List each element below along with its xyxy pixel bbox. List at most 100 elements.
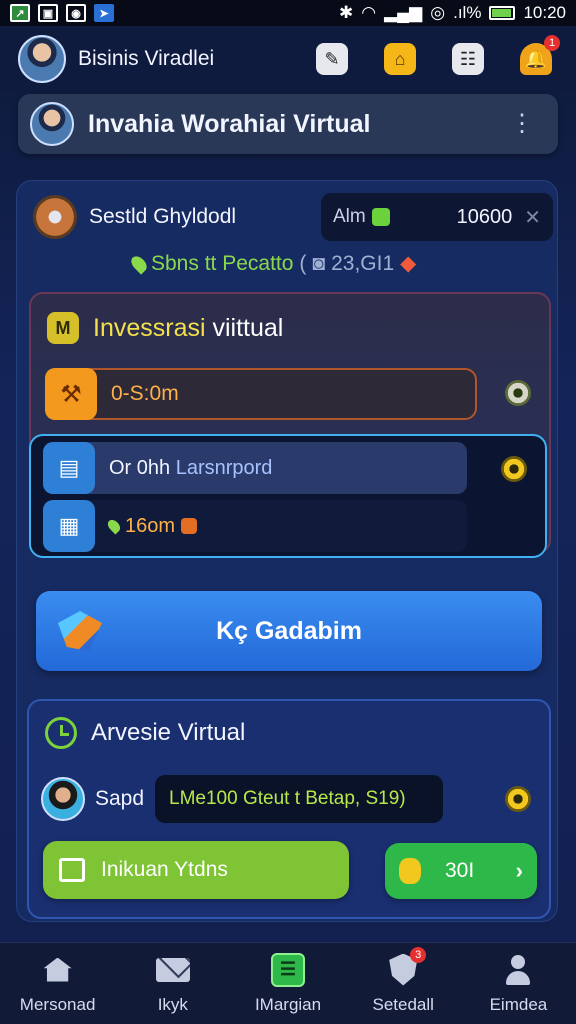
alarm-icon: ◎: [430, 3, 446, 22]
status-text: Sbns tt Pecatto: [151, 251, 294, 275]
invite-label: Inikuan Ytdns: [101, 858, 228, 881]
location-pin-icon: [105, 517, 123, 535]
main-card: Sestld Ghyldodl Alm 10600 ✕ Sbns tt Peca…: [16, 180, 558, 922]
archive-detail-field[interactable]: LMe100 Gteut t Betap, S19): [155, 775, 443, 823]
archive-user-row: Sapd LMe100 Gteut t Betap, S19): [41, 773, 541, 825]
investment-title-highlight: Invessrasi: [93, 313, 206, 342]
camera-icon: ◉: [66, 4, 86, 22]
bell-icon[interactable]: 🔔 1: [520, 35, 560, 75]
nav-item-shield[interactable]: 3 Setedall: [346, 943, 461, 1024]
send-icon: ➤: [94, 4, 114, 22]
nav-badge: 3: [410, 946, 427, 963]
nav-label: IMargian: [254, 994, 322, 1014]
settings-icon[interactable]: ☷: [452, 43, 484, 75]
store-icon[interactable]: ⌂: [384, 43, 416, 75]
archive-title: Arvesie Virtual: [91, 719, 246, 746]
bluetooth-icon: ✱: [338, 3, 354, 22]
wifi-icon: ◠: [361, 3, 377, 22]
investment-row-1[interactable]: ⚒ 0-S:0m: [45, 368, 477, 420]
nav-item-mail[interactable]: Ikyk: [115, 943, 230, 1024]
nav-label: Setedall: [372, 994, 434, 1014]
user-name: Sestld Ghyldodl: [89, 205, 237, 228]
building-icon: ▦: [43, 500, 95, 552]
owl-avatar: [33, 195, 77, 239]
gear-icon[interactable]: [501, 456, 527, 482]
person-icon: [501, 953, 535, 987]
coin-label: Alm: [333, 206, 366, 227]
coin-value: 10600: [456, 205, 513, 228]
home-icon: [41, 953, 75, 987]
score-button[interactable]: 30I ›: [385, 843, 537, 899]
gear-icon[interactable]: [505, 786, 531, 812]
user-avatar[interactable]: [41, 777, 85, 821]
archive-header: Arvesie Virtual: [45, 717, 245, 749]
shield-icon: 3: [386, 946, 427, 987]
investment-row-3-text: 16om: [105, 514, 198, 538]
investment-section: M Invessrasi viittual ⚒ 0-S:0m ▤ Or 0hh …: [29, 292, 551, 558]
image-icon: [59, 858, 85, 882]
battery-icon: [489, 6, 516, 20]
investment-header: M Invessrasi viittual: [47, 312, 283, 344]
status-count: 23,GI1: [331, 251, 395, 275]
archive-user-name: Sapd: [95, 787, 145, 810]
nav-label: Mersonad: [19, 994, 96, 1014]
profile-avatar[interactable]: [18, 35, 66, 83]
bottom-navigation: Mersonad Ikyk ☰ IMargian 3 Setedall Eimd…: [0, 942, 576, 1024]
nav-item-chat[interactable]: ☰ IMargian: [230, 943, 345, 1024]
signal-icon: ▂▄▆: [384, 3, 423, 22]
balance-row: Sestld Ghyldodl Alm 10600 ✕: [33, 193, 553, 241]
investment-title-rest: viittual: [205, 313, 284, 342]
clock-icon: [45, 717, 77, 749]
status-bar: ↗ ▣ ◉ ➤ ✱ ◠ ▂▄▆ ◎ .ıl% 10:20: [0, 0, 576, 26]
camera-small-icon: ◙: [312, 251, 326, 275]
battery-text: .ıl%: [453, 3, 482, 22]
invite-button[interactable]: Inikuan Ytdns: [43, 841, 349, 899]
status-indicators: ✱ ◠ ▂▄▆ ◎ .ıl% 10:20: [339, 3, 566, 23]
investment-highlight-box: ▤ Or 0hh Larsnrpord ▦ 16om: [29, 434, 547, 558]
nav-item-profile[interactable]: Eimdea: [461, 943, 576, 1024]
investment-row-1-text: 0-S:0m: [111, 382, 179, 405]
close-icon[interactable]: ✕: [524, 205, 541, 230]
nav-item-home[interactable]: Mersonad: [0, 943, 115, 1024]
location-pin-icon: [128, 252, 150, 275]
nav-label: Ikyk: [157, 994, 188, 1014]
chevron-right-icon: ›: [515, 858, 523, 883]
investment-row-3[interactable]: ▦ 16om: [43, 500, 467, 552]
gear-icon[interactable]: [505, 380, 531, 406]
investment-row-2-text: Or 0hh Larsnrpord: [109, 457, 272, 480]
primary-action-label: Kç Gadabim: [216, 616, 362, 645]
monitor-icon: ▤: [43, 442, 95, 494]
score-value: 30I: [445, 859, 475, 882]
investment-row-3-value: 16om: [125, 514, 176, 537]
primary-action-button[interactable]: Kç Gadabim: [36, 591, 542, 671]
status-app-icons: ↗ ▣ ◉ ➤: [10, 4, 114, 22]
investment-row-2-text-blue: Larsnrpord: [175, 456, 273, 479]
coin-balance[interactable]: Alm 10600 ✕: [321, 193, 553, 241]
gem-icon: [58, 611, 102, 651]
archive-section: Arvesie Virtual Sapd LMe100 Gteut t Beta…: [27, 699, 551, 919]
chat-icon: ☰: [271, 952, 305, 987]
coin-icon: [399, 858, 421, 884]
nav-label: Eimdea: [489, 994, 548, 1014]
coin-icon: [371, 208, 390, 226]
status-extra: (: [299, 251, 307, 275]
tag-icon: ◆: [400, 252, 417, 275]
header-actions: ✎ ⌂ ☷ 🔔 1: [316, 35, 560, 75]
checkmark-icon: M: [47, 312, 79, 344]
edit-icon[interactable]: ✎: [316, 43, 348, 75]
chart-icon: ↗: [10, 4, 30, 22]
app-title: Bisinis Viradlei: [78, 47, 215, 70]
investment-title: Invessrasi viittual: [93, 314, 283, 343]
clock: 10:20: [523, 3, 566, 22]
investment-row-2-text-white: Or 0hh: [109, 456, 176, 479]
page-title: Invahia Worahiai Virtual: [88, 109, 371, 138]
notification-badge: 1: [544, 35, 560, 51]
coin-icon: [181, 518, 198, 534]
title-avatar: [30, 102, 74, 146]
title-card: Invahia Worahiai Virtual ⋮: [18, 94, 558, 154]
more-options-icon[interactable]: ⋮: [498, 112, 546, 136]
status-line: Sbns tt Pecatto ( ◙ 23,GI1 ◆: [128, 251, 417, 276]
tool-icon: ⚒: [45, 368, 97, 420]
investment-row-2[interactable]: ▤ Or 0hh Larsnrpord: [43, 442, 467, 494]
mail-icon: [155, 953, 190, 987]
